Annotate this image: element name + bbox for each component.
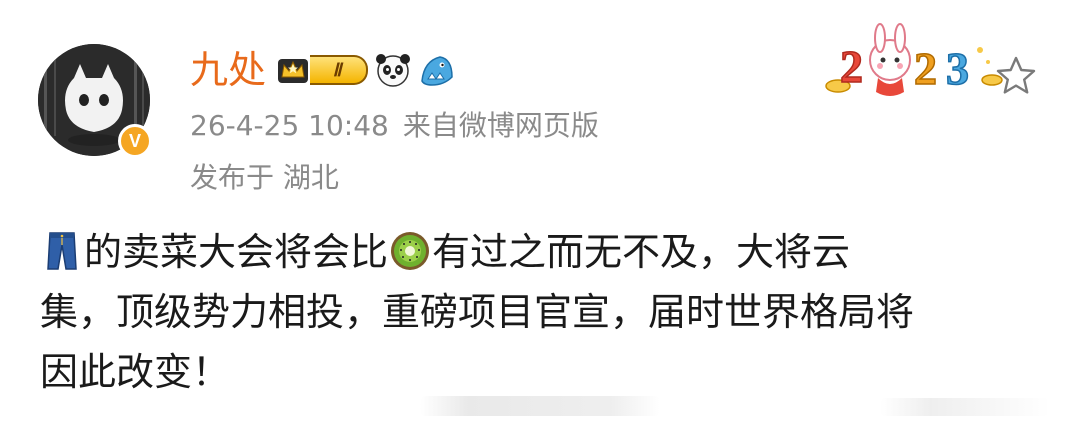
svg-text:2: 2 — [840, 41, 863, 92]
content-text-1b: 有过之而无不及，大将云 — [432, 230, 851, 274]
post-location: 发布于 湖北 — [190, 161, 339, 194]
author-badges: Ⅱ — [276, 50, 456, 90]
crown-icon — [278, 59, 308, 83]
avatar-container[interactable]: V — [38, 44, 152, 158]
post-meta: 26-4-25 10:48 来自微博网页版 — [190, 108, 599, 144]
svg-text:3: 3 — [946, 43, 969, 94]
level-badge[interactable]: Ⅱ — [276, 54, 368, 86]
watermark-right — [880, 398, 1050, 416]
post-content: 的卖菜大会将会比 有过之而无不及，大将云 集，顶级势力相投，重磅项目官宣，届时世… — [40, 222, 1040, 402]
post-source: 来自微博网页版 — [402, 109, 599, 142]
post-time[interactable]: 26-4-25 10:48 — [190, 109, 389, 142]
verified-badge: V — [118, 124, 152, 158]
svg-text:2: 2 — [914, 43, 937, 94]
favorite-star-icon[interactable] — [994, 54, 1038, 98]
level-badge-number: Ⅱ — [310, 55, 368, 85]
content-line-1: 的卖菜大会将会比 有过之而无不及，大将云 — [40, 222, 1040, 282]
watermark — [420, 396, 660, 416]
content-line-3: 因此改变！ — [40, 350, 231, 394]
rabbit-2023-decoration-icon: 2 2 3 — [825, 23, 1003, 96]
author-name[interactable]: 九处 — [190, 46, 266, 94]
shark-icon[interactable] — [418, 51, 456, 89]
content-line-2: 集，顶级势力相投，重磅项目官宣，届时世界格局将 — [40, 290, 915, 334]
content-text-1a: 的卖菜大会将会比 — [84, 230, 389, 274]
kiwi-emoji-icon — [391, 232, 430, 270]
panda-icon[interactable] — [374, 51, 412, 89]
jeans-emoji-icon — [47, 232, 77, 270]
